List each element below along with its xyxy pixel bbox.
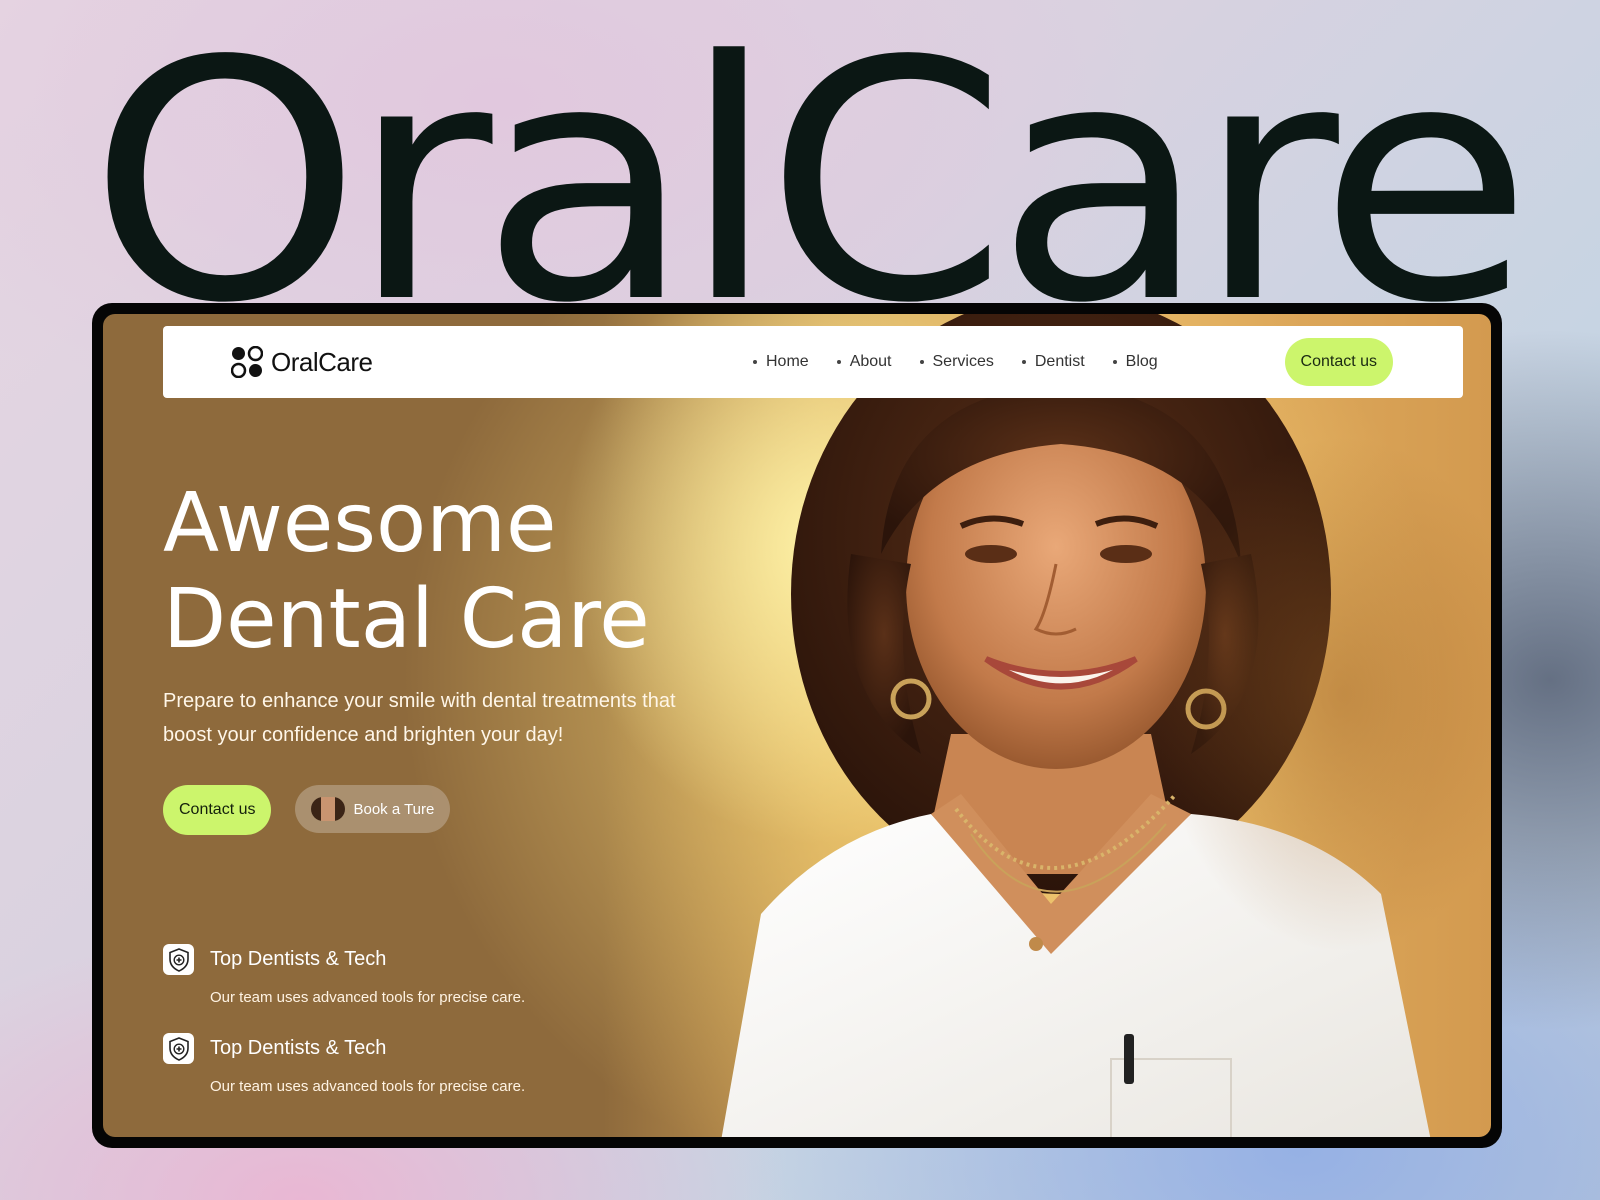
device-frame: OralCare Home About Services Dentist Blo… xyxy=(92,303,1502,1148)
hero-portrait-image xyxy=(591,314,1491,1137)
hero-headline: Awesome Dental Care xyxy=(163,476,650,668)
shield-plus-icon xyxy=(163,944,194,975)
nav-links: Home About Services Dentist Blog xyxy=(753,326,1158,398)
feature-title: Top Dentists & Tech xyxy=(210,948,387,970)
nav-label: Dentist xyxy=(1034,353,1085,370)
feature-item-1: Top Dentists & Tech Our team uses advanc… xyxy=(163,944,525,1006)
avatar xyxy=(311,797,346,821)
nav-label: Home xyxy=(766,353,809,370)
book-tour-button[interactable]: Book a Ture xyxy=(295,785,451,833)
brand-logo[interactable]: OralCare xyxy=(231,346,373,378)
shield-plus-icon xyxy=(163,1033,194,1064)
big-brand-title: OralCare xyxy=(88,0,1533,375)
hero-section: OralCare Home About Services Dentist Blo… xyxy=(103,314,1491,1137)
headline-line-2: Dental Care xyxy=(163,572,650,667)
headline-line-1: Awesome xyxy=(163,476,557,571)
contact-us-button[interactable]: Contact us xyxy=(163,785,272,835)
book-tour-label: Book a Ture xyxy=(353,800,435,818)
bullet-icon xyxy=(836,360,841,364)
feature-description: Our team uses advanced tools for precise… xyxy=(210,1078,526,1095)
bullet-icon xyxy=(753,360,757,364)
nav-label: About xyxy=(849,353,892,370)
bullet-icon xyxy=(1112,360,1117,364)
nav-item-home[interactable]: Home xyxy=(753,353,809,371)
bullet-icon xyxy=(1021,360,1026,364)
nav-item-dentist[interactable]: Dentist xyxy=(1021,353,1085,371)
nav-item-about[interactable]: About xyxy=(836,353,892,371)
nav-item-blog[interactable]: Blog xyxy=(1112,353,1158,371)
nav-label: Services xyxy=(932,353,994,370)
feature-description: Our team uses advanced tools for precise… xyxy=(210,989,526,1006)
top-navbar: OralCare Home About Services Dentist Blo… xyxy=(163,326,1463,398)
tooth-logo-icon xyxy=(231,346,263,378)
logo-text: OralCare xyxy=(271,346,373,377)
nav-label: Blog xyxy=(1125,353,1158,370)
hero-subtext: Prepare to enhance your smile with denta… xyxy=(163,690,676,746)
feature-title: Top Dentists & Tech xyxy=(210,1037,387,1059)
nav-item-services[interactable]: Services xyxy=(919,353,994,371)
bullet-icon xyxy=(919,360,924,364)
cta-row: Contact us Book a Ture xyxy=(163,785,451,835)
feature-item-2: Top Dentists & Tech Our team uses advanc… xyxy=(163,1033,525,1095)
nav-contact-button[interactable]: Contact us xyxy=(1284,338,1393,386)
